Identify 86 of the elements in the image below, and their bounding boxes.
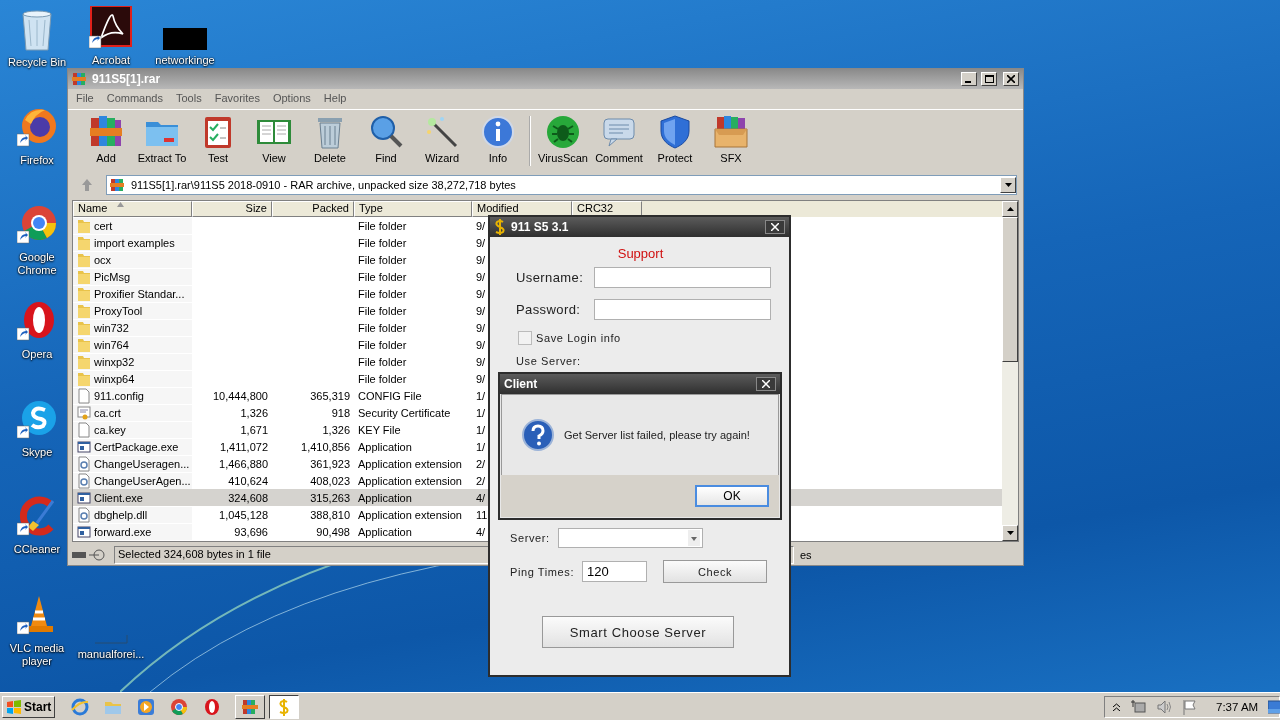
file-type: Security Certificate — [358, 406, 451, 419]
field-label: Password: — [516, 302, 582, 317]
file-type: KEY File — [358, 423, 401, 436]
file-name: Proxifier Standar... — [94, 287, 185, 300]
packed-size: 90,498 — [316, 525, 350, 538]
file-size: 1,326 — [240, 406, 268, 419]
modified-date: 9/ — [476, 219, 486, 232]
modified-date: 9/ — [476, 287, 486, 300]
file-size: 1,466,880 — [219, 457, 268, 470]
file-name: 911.config — [94, 389, 144, 402]
message-text: Get Server list failed, please try again! — [564, 429, 750, 441]
file-type: CONFIG File — [358, 389, 422, 402]
file-type: File folder — [358, 321, 407, 334]
file-name: win764 — [94, 338, 129, 351]
file-size: 410,624 — [228, 474, 268, 487]
file-name: ChangeUserAgen... — [94, 474, 191, 487]
file-size: 1,671 — [240, 423, 268, 436]
file-type: Application extension — [358, 508, 462, 521]
field-label: Use Server: — [516, 355, 582, 367]
file-name: ocx — [94, 253, 112, 266]
modified-date: 9/ — [476, 253, 486, 266]
window-title: 911S5[1].rar — [92, 72, 162, 86]
file-type: File folder — [358, 338, 407, 351]
file-type: Application — [358, 525, 412, 538]
file-type: File folder — [358, 253, 407, 266]
modified-date: 9/ — [476, 236, 486, 249]
packed-size: 1,326 — [322, 423, 350, 436]
file-name: dbghelp.dll — [94, 508, 148, 521]
file-name: ChangeUseragen... — [94, 457, 190, 470]
file-type: File folder — [358, 219, 407, 232]
file-name: winxp32 — [94, 355, 135, 368]
file-name: ca.key — [94, 423, 126, 436]
modified-date: 2/ — [476, 474, 486, 487]
modified-date: 9/ — [476, 270, 486, 283]
file-name: ca.crt — [94, 406, 121, 419]
file-name: ProxyTool — [94, 304, 143, 317]
packed-size: 918 — [331, 406, 350, 419]
file-name: CertPackage.exe — [94, 440, 179, 453]
file-name: forward.exe — [94, 525, 152, 538]
modified-date: 9/ — [476, 372, 486, 385]
modified-date: 9/ — [476, 338, 486, 351]
file-size: 1,045,128 — [219, 508, 268, 521]
file-size: 324,608 — [228, 491, 268, 504]
modified-date: 4/ — [476, 491, 486, 504]
file-type: File folder — [358, 372, 407, 385]
packed-size: 315,263 — [310, 491, 350, 504]
file-type: Application — [358, 491, 412, 504]
packed-size: 365,319 — [310, 389, 350, 402]
modified-date: 11 — [476, 508, 488, 521]
modified-date: 1/ — [476, 389, 486, 402]
file-size: 1,411,072 — [219, 440, 268, 453]
file-type: File folder — [358, 270, 407, 283]
file-name: Client.exe — [94, 491, 143, 504]
dialog-title: Client — [504, 377, 539, 391]
modified-date: 4/ — [476, 525, 486, 538]
file-type: File folder — [358, 304, 407, 317]
file-type: File folder — [358, 355, 407, 368]
file-type: Application extension — [358, 474, 462, 487]
file-name: cert — [94, 219, 113, 232]
modified-date: 9/ — [476, 304, 486, 317]
status-text: es — [800, 549, 812, 561]
file-name: import examples — [94, 236, 175, 249]
window-title: 911 S5 3.1 — [511, 220, 570, 234]
modified-date: 1/ — [476, 423, 486, 436]
field-label: Username: — [516, 270, 585, 285]
field-label: Server: — [510, 532, 550, 544]
modified-date: 9/ — [476, 355, 486, 368]
packed-size: 1,410,856 — [301, 440, 350, 453]
packed-size: 408,023 — [310, 474, 350, 487]
modified-date: 1/ — [476, 406, 486, 419]
file-type: Application — [358, 440, 412, 453]
file-name: win732 — [94, 321, 129, 334]
modified-date: 2/ — [476, 457, 486, 470]
file-size: 93,696 — [234, 525, 268, 538]
file-name: winxp64 — [94, 372, 135, 385]
field-label: Ping Times: — [510, 565, 575, 578]
modified-date: 1/ — [476, 440, 486, 453]
modified-date: 9/ — [476, 321, 486, 334]
packed-size: 361,923 — [310, 457, 350, 470]
checkbox-label: Save Login info — [536, 332, 621, 344]
file-size: 10,444,800 — [212, 389, 268, 402]
packed-size: 388,810 — [310, 508, 350, 521]
file-type: File folder — [358, 236, 407, 249]
file-type: Application extension — [358, 457, 462, 470]
file-name: PicMsg — [94, 270, 131, 283]
file-type: File folder — [358, 287, 407, 300]
